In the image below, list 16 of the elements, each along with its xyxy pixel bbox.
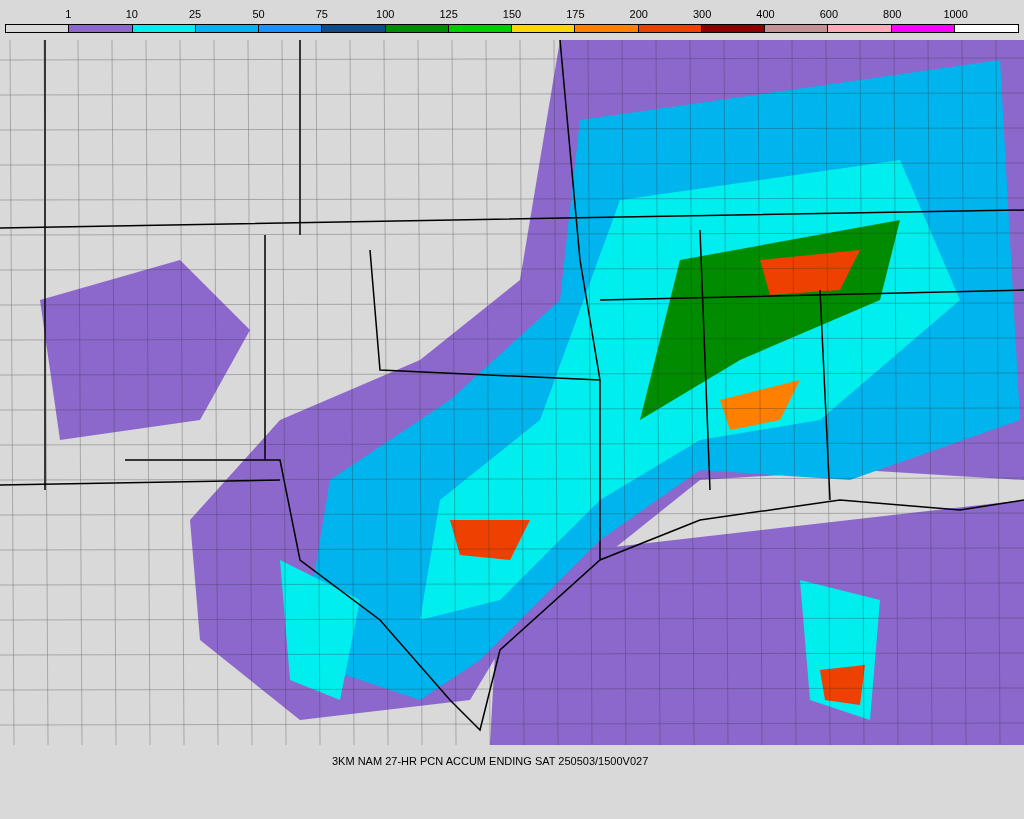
legend-tick-label: 200	[629, 7, 648, 22]
legend-tick-label: 100	[376, 7, 395, 22]
legend-tick-label: 600	[819, 7, 839, 22]
legend-tick-label: 1000	[943, 7, 968, 22]
legend-tick-label: 150	[502, 7, 522, 22]
legend-tick-label: 175	[566, 7, 585, 22]
legend-tick-label: 75	[315, 7, 328, 22]
legend-tick-label: 25	[189, 7, 202, 22]
legend-tick-label: 125	[439, 7, 458, 22]
legend-tick-label: 1	[65, 7, 72, 22]
legend-tick-label: 50	[252, 7, 265, 22]
map-caption: 3KM NAM 27-HR PCN ACCUM ENDING SAT 250503/1500V027	[332, 754, 649, 769]
legend-tick-label: 400	[756, 7, 775, 22]
legend-tick-label: 10	[125, 7, 138, 22]
legend-tick-label: 800	[883, 7, 902, 22]
legend-tick-label: 300	[692, 7, 712, 22]
